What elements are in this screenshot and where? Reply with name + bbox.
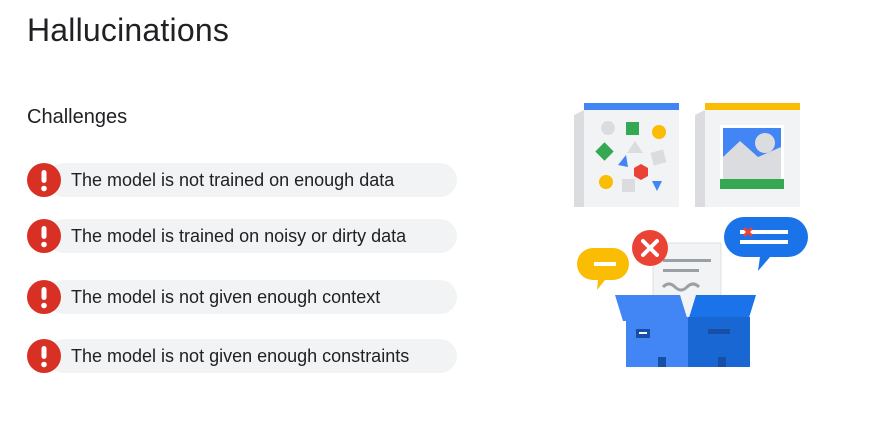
list-item: The model is not given enough constraint… (27, 339, 457, 373)
open-box-with-documents-illustration (560, 95, 820, 375)
image-card-icon (695, 103, 800, 207)
yellow-chat-bubble-icon (577, 248, 629, 290)
page-title: Hallucinations (27, 12, 230, 48)
list-item: The model is not given enough context (27, 280, 457, 314)
shapes-card-icon (574, 103, 679, 207)
alert-icon (27, 339, 61, 373)
error-badge-icon (632, 230, 668, 266)
list-item: The model is trained on noisy or dirty d… (27, 219, 457, 253)
list-item: The model is not trained on enough data (27, 163, 457, 197)
item-label: The model is not given enough constraint… (71, 346, 410, 366)
alert-icon (27, 219, 61, 253)
item-label: The model is not given enough context (71, 287, 381, 307)
alert-icon (27, 280, 61, 314)
item-label: The model is trained on noisy or dirty d… (71, 226, 407, 246)
blue-chat-bubble-icon (724, 217, 808, 271)
section-subtitle: Challenges (27, 106, 128, 128)
item-label: The model is not trained on enough data (71, 170, 395, 190)
alert-icon (27, 163, 61, 197)
